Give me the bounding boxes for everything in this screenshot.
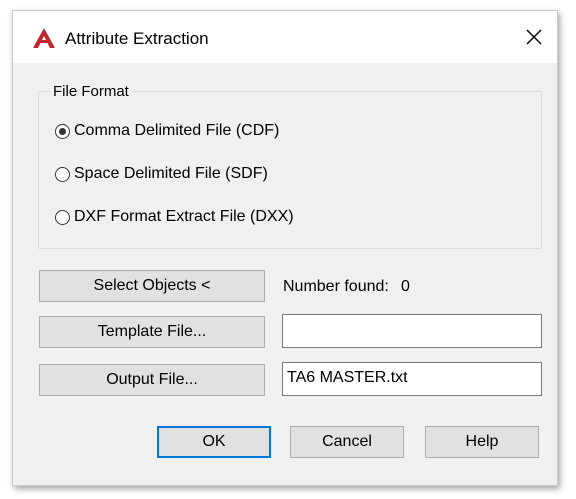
autocad-logo-icon [33,28,55,48]
attribute-extraction-dialog: Attribute Extraction File Format Comma D… [12,10,558,486]
template-file-button[interactable]: Template File... [39,316,265,348]
title-bar: Attribute Extraction [13,11,557,63]
radio-button-unchecked[interactable] [55,166,70,182]
output-file-field[interactable]: TA6 MASTER.txt [282,362,542,396]
radio-dxx[interactable]: DXF Format Extract File (DXX) [55,207,294,227]
close-button[interactable] [511,11,557,63]
radio-sdf[interactable]: Space Delimited File (SDF) [55,164,268,184]
radio-button-unchecked[interactable] [55,209,70,225]
radio-cdf[interactable]: Comma Delimited File (CDF) [55,121,279,141]
help-button[interactable]: Help [425,426,539,458]
file-format-legend: File Format [50,83,132,100]
cancel-button[interactable]: Cancel [290,426,404,458]
select-objects-button[interactable]: Select Objects < [39,270,265,302]
window-title: Attribute Extraction [65,29,209,48]
radio-cdf-label: Comma Delimited File (CDF) [74,122,280,139]
ok-button[interactable]: OK [157,426,271,458]
number-found-label: Number found: [283,278,389,295]
radio-dxx-label: DXF Format Extract File (DXX) [74,208,294,225]
template-file-field[interactable] [282,314,542,348]
close-icon [526,29,542,45]
radio-button-checked[interactable] [55,123,70,139]
number-found-value: 0 [401,278,410,295]
radio-sdf-label: Space Delimited File (SDF) [74,165,268,182]
output-file-button[interactable]: Output File... [39,364,265,396]
